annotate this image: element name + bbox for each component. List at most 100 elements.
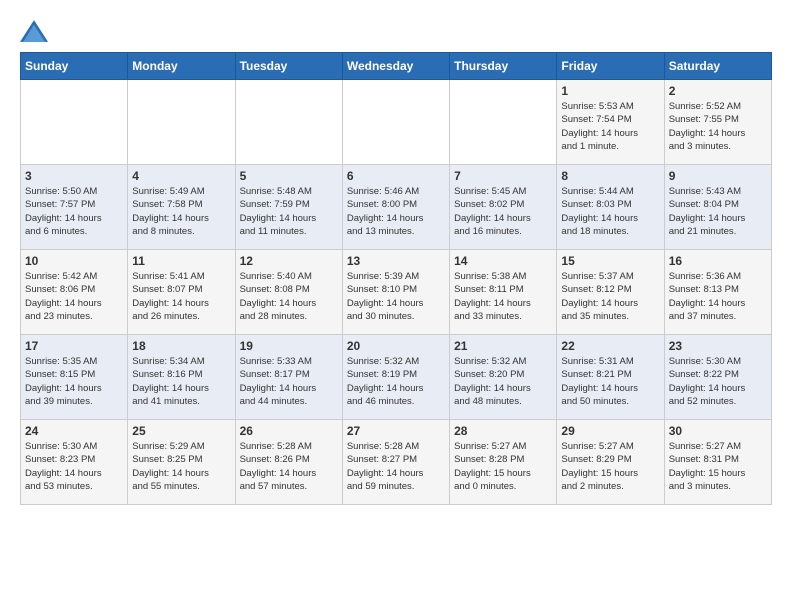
calendar-cell: 25Sunrise: 5:29 AM Sunset: 8:25 PM Dayli… xyxy=(128,420,235,505)
calendar-cell: 11Sunrise: 5:41 AM Sunset: 8:07 PM Dayli… xyxy=(128,250,235,335)
day-number: 27 xyxy=(347,424,445,438)
calendar-cell: 20 Sunrise: 5:32 AM Sunset: 8:19 PM Dayli… xyxy=(342,335,449,420)
day-info: Sunrise: 5:39 AM Sunset: 8:10 PM Dayligh… xyxy=(347,270,445,323)
day-info: Sunrise: 5:44 AM Sunset: 8:03 PM Dayligh… xyxy=(561,185,659,238)
day-number: 20 xyxy=(347,339,445,353)
day-info: Sunrise: 5:32 AM Sunset: 8:20 PM Dayligh… xyxy=(454,355,552,408)
day-info: Sunrise: 5:34 AM Sunset: 8:16 PM Dayligh… xyxy=(132,355,230,408)
day-info: Sunrise: 5:49 AM Sunset: 7:58 PM Dayligh… xyxy=(132,185,230,238)
day-info: Sunrise: 5:46 AM Sunset: 8:00 PM Dayligh… xyxy=(347,185,445,238)
calendar-cell: 21 Sunrise: 5:32 AM Sunset: 8:20 PM Dayli… xyxy=(450,335,557,420)
calendar-cell: 29 Sunrise: 5:27 AM Sunset: 8:29 PM Dayli… xyxy=(557,420,664,505)
day-number: 17 xyxy=(25,339,123,353)
day-info: Sunrise: 5:30 AM Sunset: 8:22 PM Dayligh… xyxy=(669,355,767,408)
day-number: 10 xyxy=(25,254,123,268)
day-number: 5 xyxy=(240,169,338,183)
day-info: Sunrise: 5:45 AM Sunset: 8:02 PM Dayligh… xyxy=(454,185,552,238)
calendar-cell: 2Sunrise: 5:52 AM Sunset: 7:55 PM Daylig… xyxy=(664,80,771,165)
calendar-cell: 23 Sunrise: 5:30 AM Sunset: 8:22 PM Dayli… xyxy=(664,335,771,420)
day-number: 16 xyxy=(669,254,767,268)
day-info: Sunrise: 5:36 AM Sunset: 8:13 PM Dayligh… xyxy=(669,270,767,323)
calendar-cell xyxy=(128,80,235,165)
day-number: 23 xyxy=(669,339,767,353)
calendar-cell: 5 Sunrise: 5:48 AM Sunset: 7:59 PM Daylig… xyxy=(235,165,342,250)
logo-icon xyxy=(20,20,48,42)
day-header: Thursday xyxy=(450,53,557,80)
day-number: 24 xyxy=(25,424,123,438)
calendar-week-row: 17 Sunrise: 5:35 AM Sunset: 8:15 PM Dayli… xyxy=(21,335,772,420)
day-info: Sunrise: 5:37 AM Sunset: 8:12 PM Dayligh… xyxy=(561,270,659,323)
calendar-cell: 17 Sunrise: 5:35 AM Sunset: 8:15 PM Dayli… xyxy=(21,335,128,420)
day-header: Tuesday xyxy=(235,53,342,80)
day-number: 12 xyxy=(240,254,338,268)
calendar-cell: 1 Sunrise: 5:53 AM Sunset: 7:54 PM Daylig… xyxy=(557,80,664,165)
day-header: Sunday xyxy=(21,53,128,80)
day-info: Sunrise: 5:32 AM Sunset: 8:19 PM Dayligh… xyxy=(347,355,445,408)
day-number: 22 xyxy=(561,339,659,353)
day-header: Friday xyxy=(557,53,664,80)
day-info: Sunrise: 5:43 AM Sunset: 8:04 PM Dayligh… xyxy=(669,185,767,238)
day-info: Sunrise: 5:28 AM Sunset: 8:27 PM Dayligh… xyxy=(347,440,445,493)
day-number: 7 xyxy=(454,169,552,183)
calendar-cell: 28 Sunrise: 5:27 AM Sunset: 8:28 PM Dayli… xyxy=(450,420,557,505)
calendar-cell: 26 Sunrise: 5:28 AM Sunset: 8:26 PM Dayli… xyxy=(235,420,342,505)
calendar-cell: 3 Sunrise: 5:50 AM Sunset: 7:57 PM Daylig… xyxy=(21,165,128,250)
day-info: Sunrise: 5:33 AM Sunset: 8:17 PM Dayligh… xyxy=(240,355,338,408)
day-info: Sunrise: 5:27 AM Sunset: 8:28 PM Dayligh… xyxy=(454,440,552,493)
calendar-cell: 16 Sunrise: 5:36 AM Sunset: 8:13 PM Dayli… xyxy=(664,250,771,335)
calendar-cell: 15 Sunrise: 5:37 AM Sunset: 8:12 PM Dayli… xyxy=(557,250,664,335)
day-number: 3 xyxy=(25,169,123,183)
day-number: 2 xyxy=(669,84,767,98)
calendar-week-row: 24 Sunrise: 5:30 AM Sunset: 8:23 PM Dayli… xyxy=(21,420,772,505)
calendar-cell xyxy=(342,80,449,165)
day-header: Saturday xyxy=(664,53,771,80)
day-number: 8 xyxy=(561,169,659,183)
day-number: 26 xyxy=(240,424,338,438)
calendar-cell: 7 Sunrise: 5:45 AM Sunset: 8:02 PM Daylig… xyxy=(450,165,557,250)
calendar-cell: 24 Sunrise: 5:30 AM Sunset: 8:23 PM Dayli… xyxy=(21,420,128,505)
day-number: 13 xyxy=(347,254,445,268)
day-info: Sunrise: 5:35 AM Sunset: 8:15 PM Dayligh… xyxy=(25,355,123,408)
day-info: Sunrise: 5:41 AM Sunset: 8:07 PM Dayligh… xyxy=(132,270,230,323)
day-info: Sunrise: 5:27 AM Sunset: 8:29 PM Dayligh… xyxy=(561,440,659,493)
calendar-cell: 6 Sunrise: 5:46 AM Sunset: 8:00 PM Daylig… xyxy=(342,165,449,250)
day-info: Sunrise: 5:40 AM Sunset: 8:08 PM Dayligh… xyxy=(240,270,338,323)
day-number: 1 xyxy=(561,84,659,98)
calendar-cell: 18 Sunrise: 5:34 AM Sunset: 8:16 PM Dayli… xyxy=(128,335,235,420)
day-info: Sunrise: 5:53 AM Sunset: 7:54 PM Dayligh… xyxy=(561,100,659,153)
calendar-table: SundayMondayTuesdayWednesdayThursdayFrid… xyxy=(20,52,772,505)
day-info: Sunrise: 5:30 AM Sunset: 8:23 PM Dayligh… xyxy=(25,440,123,493)
day-info: Sunrise: 5:50 AM Sunset: 7:57 PM Dayligh… xyxy=(25,185,123,238)
day-header: Monday xyxy=(128,53,235,80)
day-number: 18 xyxy=(132,339,230,353)
calendar-cell: 30 Sunrise: 5:27 AM Sunset: 8:31 PM Dayli… xyxy=(664,420,771,505)
day-number: 30 xyxy=(669,424,767,438)
day-info: Sunrise: 5:48 AM Sunset: 7:59 PM Dayligh… xyxy=(240,185,338,238)
calendar-cell: 13 Sunrise: 5:39 AM Sunset: 8:10 PM Dayli… xyxy=(342,250,449,335)
day-header: Wednesday xyxy=(342,53,449,80)
day-number: 28 xyxy=(454,424,552,438)
calendar-cell: 10 Sunrise: 5:42 AM Sunset: 8:06 PM Dayli… xyxy=(21,250,128,335)
calendar-cell: 9Sunrise: 5:43 AM Sunset: 8:04 PM Daylig… xyxy=(664,165,771,250)
calendar-cell xyxy=(21,80,128,165)
day-number: 29 xyxy=(561,424,659,438)
day-number: 6 xyxy=(347,169,445,183)
day-info: Sunrise: 5:28 AM Sunset: 8:26 PM Dayligh… xyxy=(240,440,338,493)
calendar-cell xyxy=(450,80,557,165)
calendar-cell: 19 Sunrise: 5:33 AM Sunset: 8:17 PM Dayli… xyxy=(235,335,342,420)
day-number: 25 xyxy=(132,424,230,438)
logo xyxy=(20,20,52,42)
day-number: 19 xyxy=(240,339,338,353)
calendar-cell: 4Sunrise: 5:49 AM Sunset: 7:58 PM Daylig… xyxy=(128,165,235,250)
calendar-cell: 12 Sunrise: 5:40 AM Sunset: 8:08 PM Dayli… xyxy=(235,250,342,335)
calendar-cell: 22Sunrise: 5:31 AM Sunset: 8:21 PM Dayli… xyxy=(557,335,664,420)
day-info: Sunrise: 5:27 AM Sunset: 8:31 PM Dayligh… xyxy=(669,440,767,493)
day-header-row: SundayMondayTuesdayWednesdayThursdayFrid… xyxy=(21,53,772,80)
day-info: Sunrise: 5:42 AM Sunset: 8:06 PM Dayligh… xyxy=(25,270,123,323)
calendar-week-row: 3 Sunrise: 5:50 AM Sunset: 7:57 PM Daylig… xyxy=(21,165,772,250)
calendar-week-row: 1 Sunrise: 5:53 AM Sunset: 7:54 PM Daylig… xyxy=(21,80,772,165)
day-number: 21 xyxy=(454,339,552,353)
calendar-cell xyxy=(235,80,342,165)
day-info: Sunrise: 5:38 AM Sunset: 8:11 PM Dayligh… xyxy=(454,270,552,323)
day-number: 15 xyxy=(561,254,659,268)
